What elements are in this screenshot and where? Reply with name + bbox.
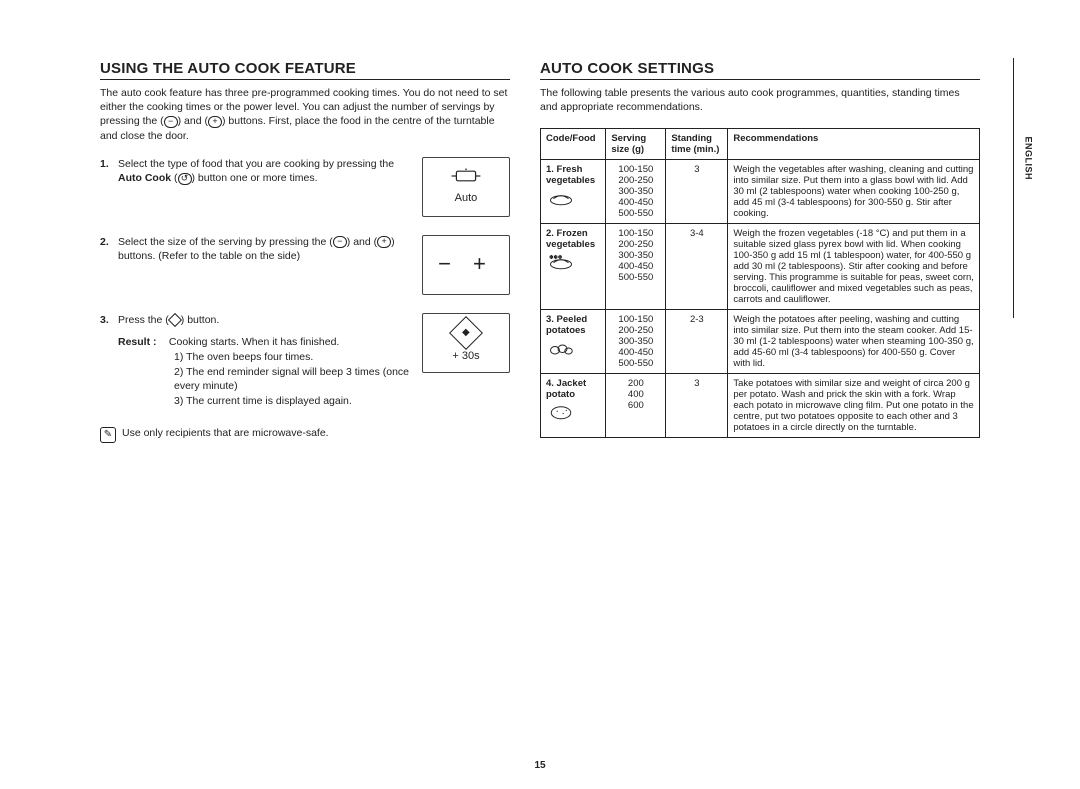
s2-mid: and bbox=[353, 236, 373, 248]
s2-post: buttons. (Refer to the table on the side… bbox=[118, 250, 300, 262]
s1-pre: Select the type of food that you are coo… bbox=[118, 158, 394, 170]
microwave-icon bbox=[450, 167, 482, 190]
cell-time: 3 bbox=[666, 160, 728, 224]
s2-pre: Select the size of the serving by pressi… bbox=[118, 236, 329, 248]
result-text: Cooking starts. When it has finished. bbox=[169, 336, 339, 348]
note-icon: ✎ bbox=[100, 427, 116, 443]
svg-text:❄❄❄: ❄❄❄ bbox=[549, 255, 562, 261]
th-size: Serving size (g) bbox=[606, 129, 666, 160]
result-item-1: 1) The oven beeps four times. bbox=[174, 350, 410, 365]
step-1-text: Select the type of food that you are coo… bbox=[118, 157, 410, 217]
cell-time: 3 bbox=[666, 374, 728, 438]
step-3-text: Press the () button. bbox=[118, 313, 410, 328]
cell-size: 100-150200-250300-350400-450500-550 bbox=[606, 160, 666, 224]
plus-icon: + bbox=[208, 116, 222, 128]
table-row: 3. Peeled potatoes100-150200-250300-3504… bbox=[541, 310, 980, 374]
s3-pre: Press the bbox=[118, 314, 165, 326]
cell-rec: Weigh the vegetables after washing, clea… bbox=[728, 160, 980, 224]
intro-mid: and bbox=[184, 115, 204, 127]
cell-food: 1. Fresh vegetables bbox=[541, 160, 606, 224]
auto-cook-table: Code/Food Serving size (g) Standing time… bbox=[540, 128, 980, 438]
result-item-2: 2) The end reminder signal will beep 3 t… bbox=[174, 365, 410, 394]
th-time: Standing time (min.) bbox=[666, 129, 728, 160]
intro-text: The auto cook feature has three pre-prog… bbox=[100, 86, 510, 143]
table-row: 4. Jacket potato2004006003Take potatoes … bbox=[541, 374, 980, 438]
panel-plus-minus: −+ bbox=[422, 235, 510, 295]
panel-30s-label: + 30s bbox=[452, 349, 479, 364]
minus-icon: − bbox=[333, 236, 347, 248]
side-rule bbox=[1013, 58, 1014, 318]
diamond-icon: ◆ bbox=[449, 316, 483, 350]
cell-time: 2-3 bbox=[666, 310, 728, 374]
food-icon bbox=[546, 336, 600, 360]
cell-rec: Weigh the frozen vegetables (-18 °C) and… bbox=[728, 224, 980, 310]
plus-minus-symbols: −+ bbox=[424, 249, 508, 280]
settings-intro: The following table presents the various… bbox=[540, 86, 980, 114]
table-row: 1. Fresh vegetables100-150200-250300-350… bbox=[541, 160, 980, 224]
s1-post: button one or more times. bbox=[198, 172, 318, 184]
cell-time: 3-4 bbox=[666, 224, 728, 310]
plus-icon: + bbox=[377, 236, 391, 248]
cell-rec: Take potatoes with similar size and weig… bbox=[728, 374, 980, 438]
intro-post: buttons. First, place the food in the ce… bbox=[100, 115, 495, 141]
minus-icon: − bbox=[164, 116, 178, 128]
food-icon: ❄❄❄ bbox=[546, 250, 600, 274]
heading-auto-cook-settings: AUTO COOK SETTINGS bbox=[540, 60, 980, 80]
cell-size: 100-150200-250300-350400-450500-550 bbox=[606, 310, 666, 374]
language-tab: ENGLISH bbox=[1024, 136, 1034, 180]
th-rec: Recommendations bbox=[728, 129, 980, 160]
note-text: Use only recipients that are microwave-s… bbox=[122, 427, 329, 439]
result-item-3: 3) The current time is displayed again. bbox=[174, 394, 410, 409]
autocook-button-icon: ↺ bbox=[178, 173, 192, 185]
cell-food: 3. Peeled potatoes bbox=[541, 310, 606, 374]
s3-post: button. bbox=[187, 314, 219, 326]
heading-using-auto-cook: USING THE AUTO COOK FEATURE bbox=[100, 60, 510, 80]
panel-auto-label: Auto bbox=[455, 191, 478, 206]
result-label: Result : bbox=[118, 335, 166, 350]
food-icon bbox=[546, 400, 600, 424]
cell-food: 4. Jacket potato bbox=[541, 374, 606, 438]
cell-size: 200400600 bbox=[606, 374, 666, 438]
panel-start: ◆ + 30s bbox=[422, 313, 510, 373]
cell-rec: Weigh the potatoes after peeling, washin… bbox=[728, 310, 980, 374]
s1-bold: Auto Cook bbox=[118, 172, 171, 184]
th-code: Code/Food bbox=[541, 129, 606, 160]
panel-auto: Auto bbox=[422, 157, 510, 217]
page-number: 15 bbox=[534, 760, 545, 771]
start-diamond-icon bbox=[168, 313, 182, 327]
cell-food: 2. Frozen vegetables❄❄❄ bbox=[541, 224, 606, 310]
food-icon bbox=[546, 186, 600, 210]
table-row: 2. Frozen vegetables❄❄❄100-150200-250300… bbox=[541, 224, 980, 310]
step-2-text: Select the size of the serving by pressi… bbox=[118, 235, 410, 295]
cell-size: 100-150200-250300-350400-450500-550 bbox=[606, 224, 666, 310]
